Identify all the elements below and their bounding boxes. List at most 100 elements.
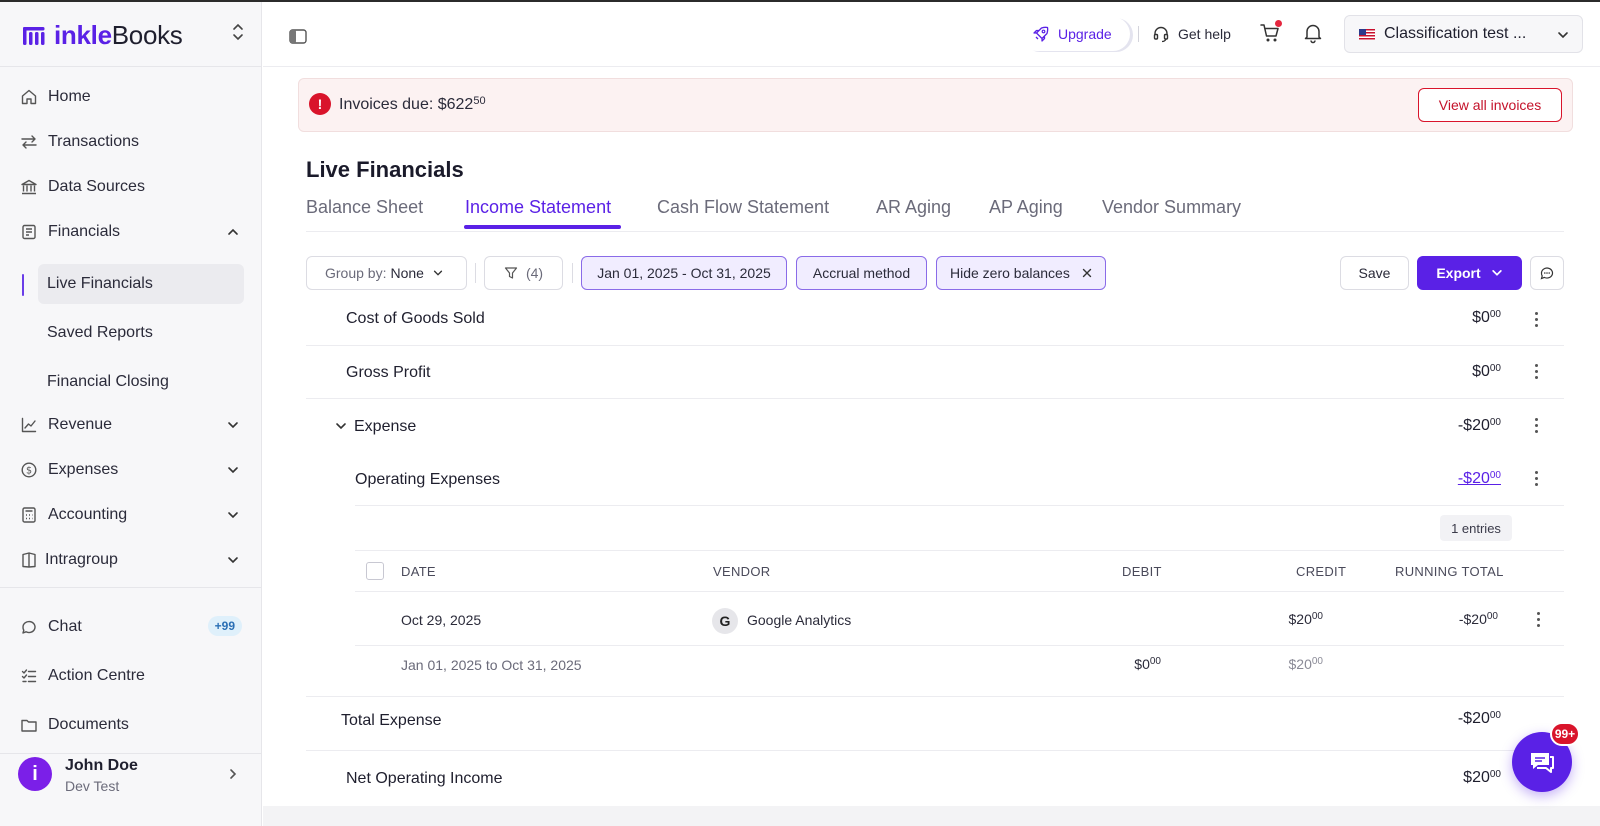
view-all-invoices-button[interactable]: View all invoices [1418,88,1562,122]
brand-logo[interactable]: inkleBooks [22,20,244,50]
company-selector[interactable]: Classification test ... [1344,15,1583,53]
dollar-icon: $ [21,462,37,478]
company-name: Classification test ... [1384,25,1527,42]
sidebar-item-accounting[interactable]: Accounting [20,498,244,532]
sidebar-item-data-sources[interactable]: Data Sources [20,170,244,204]
column-header-running-total[interactable]: RUNNING TOTAL [1395,564,1504,579]
chevron-down-icon [433,270,443,276]
select-all-checkbox[interactable] [366,562,384,580]
divider [0,753,262,754]
chevron-down-icon [228,422,238,429]
column-header-credit[interactable]: CREDIT [1296,564,1346,579]
sidebar-item-label: Revenue [48,416,113,433]
sidebar: inkleBooks Home Transactions Data Source… [0,2,262,826]
row-divider [306,345,1564,346]
export-button[interactable]: Export [1417,256,1522,290]
filter-count: (4) [525,265,544,281]
sidebar-item-chat[interactable]: Chat +99 [20,610,244,644]
summary-debit: $000 [1134,656,1161,672]
date-range-chip[interactable]: Jan 01, 2025 - Oct 31, 2025 [581,256,787,290]
row-label-total-expense: Total Expense [341,712,442,729]
more-options-icon[interactable] [1534,312,1538,328]
bank-icon [21,179,37,195]
sidebar-item-action-centre[interactable]: Action Centre [20,659,244,693]
get-help-button[interactable]: Get help [1152,22,1231,46]
tab-income-statement[interactable]: Income Statement [465,197,611,218]
row-amount-operating-expenses[interactable]: -$2000 [1458,470,1501,488]
active-indicator [22,274,24,296]
chevron-down-icon[interactable] [334,419,348,433]
more-options-icon[interactable] [1534,471,1538,487]
calculator-icon [22,507,36,523]
more-options-icon[interactable] [1534,364,1538,380]
row-amount-total-expense: -$2000 [1457,710,1501,727]
tab-ap-aging[interactable]: AP Aging [989,197,1063,218]
column-header-debit[interactable]: DEBIT [1122,564,1162,579]
sidebar-item-home[interactable]: Home [20,80,244,114]
checklist-icon [21,669,37,683]
sidebar-item-financials[interactable]: Financials [20,215,244,249]
transaction-running-total: -$2000 [1458,611,1498,627]
workspace-switch-icon[interactable] [232,22,244,43]
footer-shade [263,806,1600,826]
divider [263,66,1600,67]
sidebar-item-saved-reports[interactable]: Saved Reports [38,313,244,353]
summary-period: Jan 01, 2025 to Oct 31, 2025 [401,657,582,673]
tab-balance-sheet[interactable]: Balance Sheet [306,197,423,218]
user-profile[interactable]: i John Doe Dev Test [18,755,244,797]
transaction-date: Oct 29, 2025 [401,612,482,628]
sidebar-item-intragroup[interactable]: Intragroup [20,543,244,577]
upgrade-button[interactable]: Upgrade [1020,17,1130,51]
row-amount-expense: -$2000 [1457,417,1501,434]
user-org: Dev Test [65,778,120,794]
transfer-icon [21,135,37,149]
sidebar-item-label: Transactions [48,133,139,150]
sidebar-toggle-icon[interactable] [289,29,307,44]
sidebar-item-label: Accounting [48,506,128,523]
column-header-vendor[interactable]: VENDOR [713,564,770,579]
chat-unread-badge: 99+ [1550,722,1580,746]
export-label: Export [1436,265,1481,281]
svg-text:$: $ [26,466,32,477]
filter-button[interactable]: (4) [484,256,563,290]
more-options-icon[interactable] [1534,418,1538,434]
chevron-down-icon [1558,32,1568,39]
invoices-due-banner: ! Invoices due: $62250 View all invoices [298,78,1573,132]
rocket-icon [1033,26,1049,42]
close-icon[interactable] [1082,268,1092,278]
sidebar-item-financial-closing[interactable]: Financial Closing [38,362,244,402]
tab-cash-flow-statement[interactable]: Cash Flow Statement [657,197,829,218]
bell-icon[interactable] [1303,22,1323,44]
sidebar-item-documents[interactable]: Documents [20,708,244,742]
row-label-cogs: Cost of Goods Sold [346,310,485,327]
row-label-operating-expenses: Operating Expenses [355,471,500,488]
chevron-down-icon [1491,270,1502,276]
hide-zero-balances-chip[interactable]: Hide zero balances [936,256,1106,290]
chevron-down-icon [228,512,238,519]
home-icon [21,89,37,105]
sidebar-item-live-financials[interactable]: Live Financials [38,264,244,304]
chevron-up-icon [228,228,238,235]
group-by-dropdown[interactable]: Group by: None [306,256,467,290]
chevron-down-icon [228,557,238,564]
hide-zero-label: Hide zero balances [950,265,1070,281]
summary-credit: $2000 [1288,656,1323,672]
divider [306,231,1564,232]
chevron-right-icon [230,769,237,779]
chat-count-badge: +99 [207,616,242,636]
us-flag-icon [1359,28,1375,40]
row-divider [306,696,1564,697]
sidebar-item-expenses[interactable]: $ Expenses [20,453,244,487]
save-button[interactable]: Save [1340,256,1409,290]
comments-button[interactable] [1530,256,1564,290]
tab-ar-aging[interactable]: AR Aging [876,197,951,218]
tab-vendor-summary[interactable]: Vendor Summary [1102,197,1241,218]
sidebar-item-transactions[interactable]: Transactions [20,125,244,159]
sidebar-item-revenue[interactable]: Revenue [20,408,244,442]
comment-icon [1540,267,1554,280]
more-options-icon[interactable] [1536,612,1540,628]
column-header-date[interactable]: DATE [401,564,436,579]
accounting-method-chip[interactable]: Accrual method [796,256,927,290]
cart-notification-dot [1275,20,1282,27]
row-divider [355,591,1564,592]
